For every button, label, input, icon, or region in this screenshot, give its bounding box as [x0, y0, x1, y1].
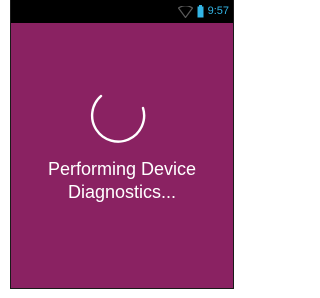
loading-spinner-icon	[85, 78, 157, 150]
status-bar: 9:57	[11, 0, 233, 23]
device-screen: 9:57 Performing Device Diagnostics...	[10, 0, 234, 289]
status-icons: 9:57	[177, 4, 229, 19]
status-message-line-1: Performing Device	[47, 159, 197, 179]
battery-icon	[197, 5, 204, 18]
status-message-line-2: Diagnostics...	[67, 182, 177, 202]
clock: 9:57	[207, 5, 229, 17]
wifi-icon	[177, 5, 193, 18]
status-message: Performing Device Diagnostics...	[11, 158, 233, 204]
